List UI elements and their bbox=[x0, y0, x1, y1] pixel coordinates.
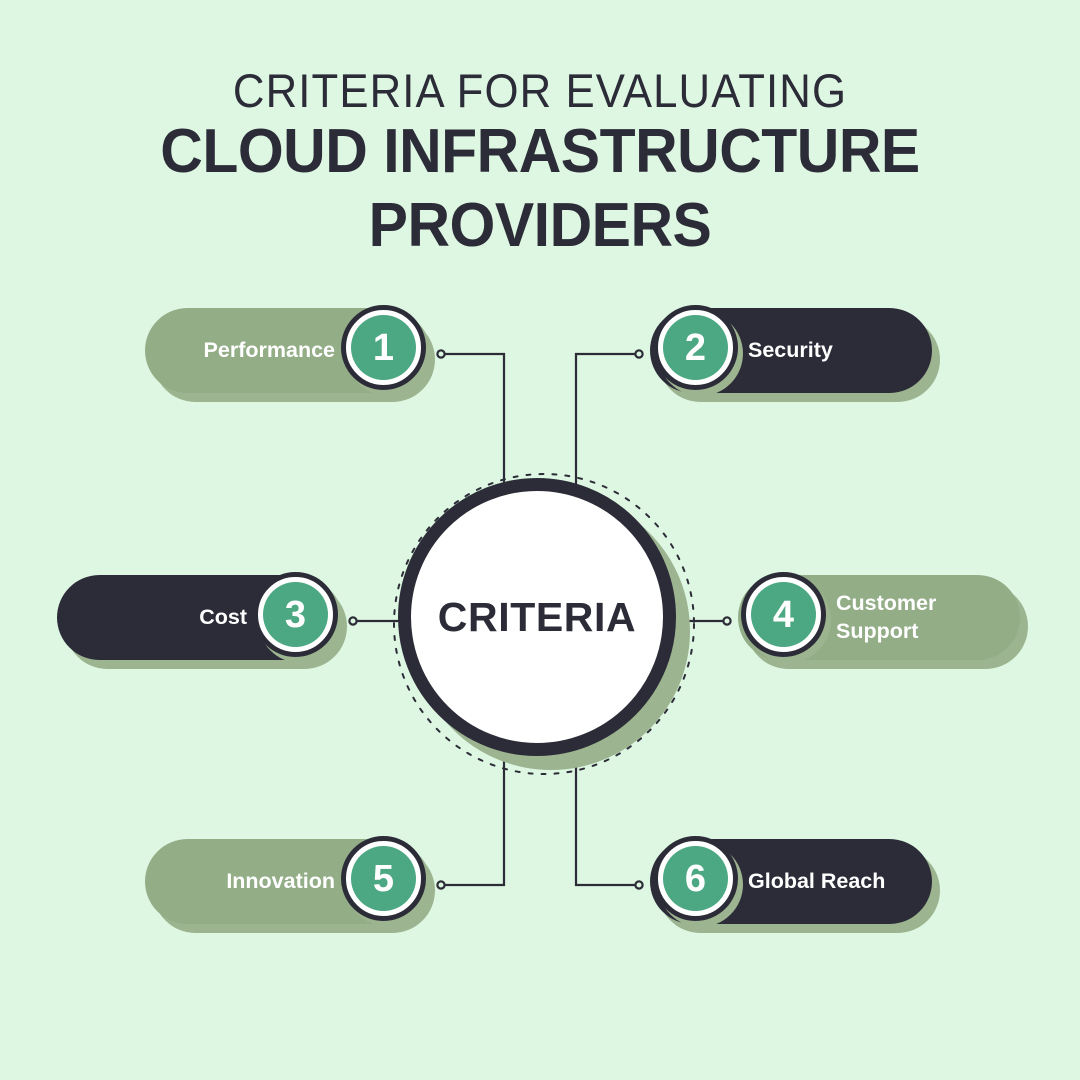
connector-dot-node-4 bbox=[722, 616, 732, 626]
node-innovation[interactable]: Innovation 5 bbox=[145, 836, 435, 933]
node-badge: 1 bbox=[341, 305, 432, 396]
node-badge-inner: 3 bbox=[263, 582, 328, 647]
node-badge-ring: 3 bbox=[253, 572, 338, 657]
node-badge-inner: 1 bbox=[351, 315, 416, 380]
node-badge-ring: 2 bbox=[653, 305, 738, 390]
node-badge-number: 3 bbox=[284, 593, 307, 636]
connector-dot-node-3 bbox=[348, 616, 358, 626]
center-hub[interactable]: CRITERIA bbox=[393, 473, 695, 775]
node-badge-inner: 6 bbox=[663, 846, 728, 911]
node-badge-ring: 4 bbox=[741, 572, 826, 657]
node-badge-number: 5 bbox=[372, 857, 395, 900]
node-badge-number: 1 bbox=[372, 326, 395, 369]
node-badge-inner: 5 bbox=[351, 846, 416, 911]
connector-dot-node-1 bbox=[436, 349, 446, 359]
connector-dot-node-2 bbox=[634, 349, 644, 359]
node-badge-inner: 4 bbox=[751, 582, 816, 647]
node-badge-ring: 6 bbox=[653, 836, 738, 921]
node-performance[interactable]: Performance 1 bbox=[145, 305, 435, 402]
node-badge-ring: 5 bbox=[341, 836, 426, 921]
node-badge: 2 bbox=[653, 305, 744, 396]
node-security[interactable]: Security 2 bbox=[650, 305, 940, 402]
node-badge-inner: 2 bbox=[663, 315, 728, 380]
node-badge-number: 4 bbox=[772, 593, 795, 636]
node-cost[interactable]: Cost 3 bbox=[57, 572, 347, 669]
node-global-reach[interactable]: Global Reach 6 bbox=[650, 836, 940, 933]
node-customer-support[interactable]: Customer Support 4 bbox=[738, 572, 1028, 669]
center-hub-circle: CRITERIA bbox=[398, 478, 676, 756]
node-badge-number: 6 bbox=[684, 857, 707, 900]
connector-dot-node-6 bbox=[634, 880, 644, 890]
node-badge-number: 2 bbox=[684, 326, 707, 369]
node-badge: 5 bbox=[341, 836, 432, 927]
node-badge: 3 bbox=[253, 572, 344, 663]
node-badge: 6 bbox=[653, 836, 744, 927]
connector-dot-node-5 bbox=[436, 880, 446, 890]
node-badge: 4 bbox=[741, 572, 832, 663]
center-hub-label: CRITERIA bbox=[437, 593, 637, 640]
node-badge-ring: 1 bbox=[341, 305, 426, 390]
